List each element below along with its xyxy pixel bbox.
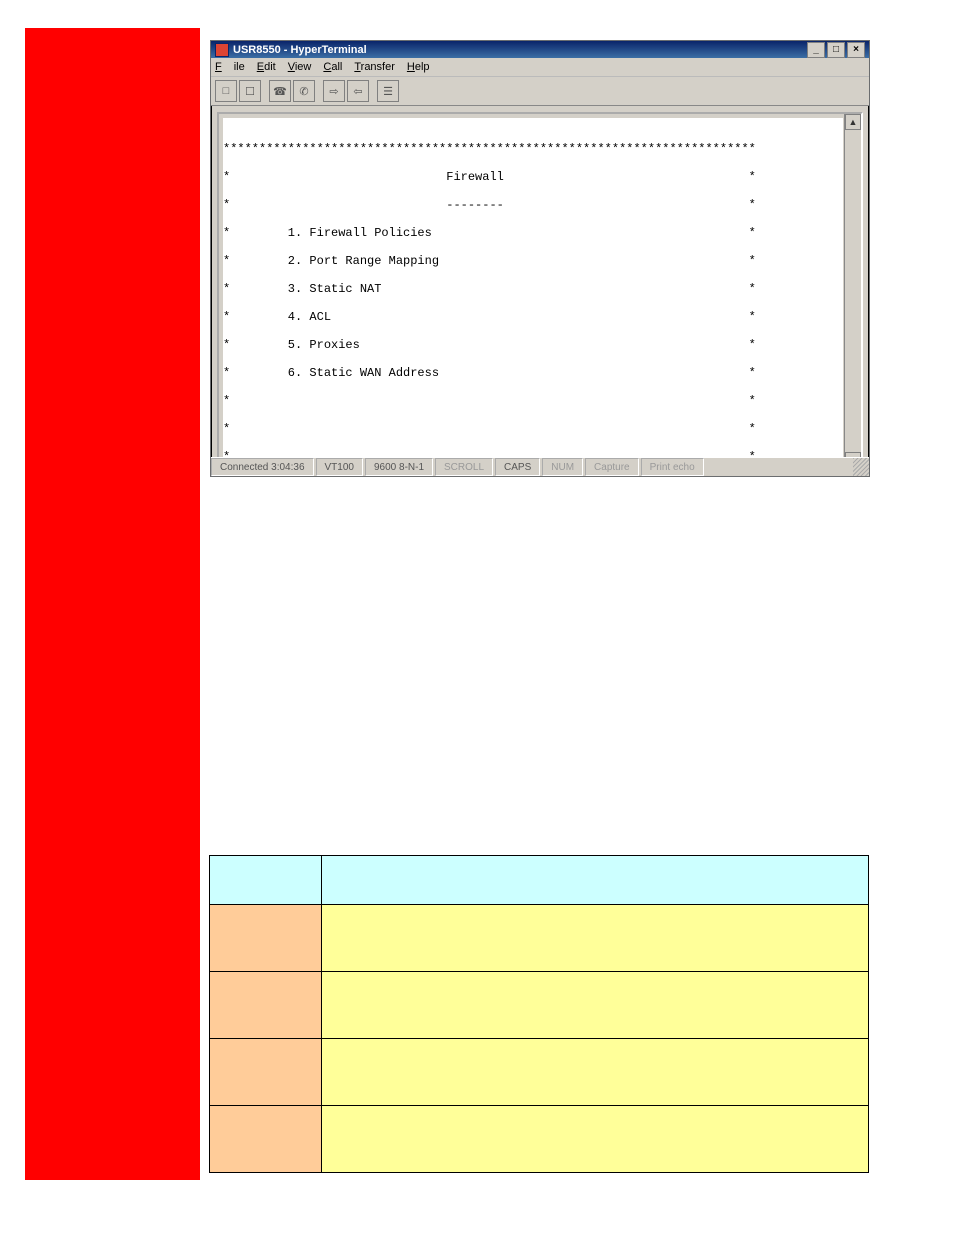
terminal-frame: ****************************************… [217, 112, 863, 470]
status-caps: CAPS [495, 458, 540, 476]
term-blank-1: * * [223, 394, 843, 408]
close-button[interactable]: × [847, 42, 865, 58]
hyperterminal-window: USR8550 - HyperTerminal _ □ × File Edit … [210, 40, 870, 477]
toolbar-send-icon[interactable]: ⇨ [323, 80, 345, 102]
toolbar-new-icon[interactable]: □ [215, 80, 237, 102]
scrollbar[interactable]: ▲ ▼ [844, 114, 861, 468]
menu-call[interactable]: Call [323, 61, 342, 73]
minimize-button[interactable]: _ [807, 42, 825, 58]
table-cell-right [322, 905, 869, 972]
resize-grip[interactable] [853, 458, 869, 476]
window-controls: _ □ × [805, 42, 865, 58]
status-connected: Connected 3:04:36 [211, 458, 314, 476]
titlebar[interactable]: USR8550 - HyperTerminal _ □ × [211, 41, 869, 58]
table-cell-left [210, 905, 322, 972]
term-item-1: * 1. Firewall Policies * [223, 226, 843, 240]
term-item-3: * 3. Static NAT * [223, 282, 843, 296]
status-num: NUM [542, 458, 583, 476]
status-emulation: VT100 [316, 458, 363, 476]
term-item-5: * 5. Proxies * [223, 338, 843, 352]
toolbar: □ ☐ ☎ ✆ ⇨ ⇦ ☰ [211, 77, 869, 106]
table-cell-right [322, 1039, 869, 1106]
table-header-right [322, 856, 869, 905]
term-item-2: * 2. Port Range Mapping * [223, 254, 843, 268]
toolbar-properties-icon[interactable]: ☰ [377, 80, 399, 102]
page-root: USR8550 - HyperTerminal _ □ × File Edit … [0, 0, 954, 1235]
toolbar-receive-icon[interactable]: ⇦ [347, 80, 369, 102]
table-row [210, 905, 869, 972]
menu-transfer[interactable]: Transfer [354, 61, 395, 73]
term-border-top: ****************************************… [223, 142, 843, 156]
window-title: USR8550 - HyperTerminal [233, 44, 367, 56]
terminal-area[interactable]: ****************************************… [223, 118, 843, 464]
menu-help[interactable]: Help [407, 61, 430, 73]
status-capture: Capture [585, 458, 639, 476]
term-blank-2: * * [223, 422, 843, 436]
table-cell-left [210, 1106, 322, 1173]
toolbar-call-icon[interactable]: ☎ [269, 80, 291, 102]
menu-view[interactable]: View [288, 61, 312, 73]
table-header-row [210, 856, 869, 905]
toolbar-open-icon[interactable]: ☐ [239, 80, 261, 102]
term-title: * Firewall * [223, 170, 843, 184]
status-scroll: SCROLL [435, 458, 493, 476]
red-sidebar [25, 28, 200, 1180]
statusbar: Connected 3:04:36 VT100 9600 8-N-1 SCROL… [211, 457, 869, 476]
table-row [210, 1039, 869, 1106]
table-header-left [210, 856, 322, 905]
table-cell-right [322, 972, 869, 1039]
term-item-4: * 4. ACL * [223, 310, 843, 324]
app-icon [215, 43, 229, 57]
table-row [210, 1106, 869, 1173]
table-row [210, 972, 869, 1039]
info-table [209, 855, 869, 1173]
menu-edit[interactable]: Edit [257, 61, 276, 73]
term-item-6: * 6. Static WAN Address * [223, 366, 843, 380]
status-print-echo: Print echo [641, 458, 704, 476]
scroll-up-button[interactable]: ▲ [845, 114, 861, 130]
toolbar-disconnect-icon[interactable]: ✆ [293, 80, 315, 102]
menu-file[interactable]: File [215, 61, 245, 73]
menubar: File Edit View Call Transfer Help [211, 58, 869, 77]
table-cell-left [210, 972, 322, 1039]
table-cell-right [322, 1106, 869, 1173]
maximize-button[interactable]: □ [827, 42, 845, 58]
status-port: 9600 8-N-1 [365, 458, 433, 476]
term-underline: * -------- * [223, 198, 843, 212]
table-cell-left [210, 1039, 322, 1106]
